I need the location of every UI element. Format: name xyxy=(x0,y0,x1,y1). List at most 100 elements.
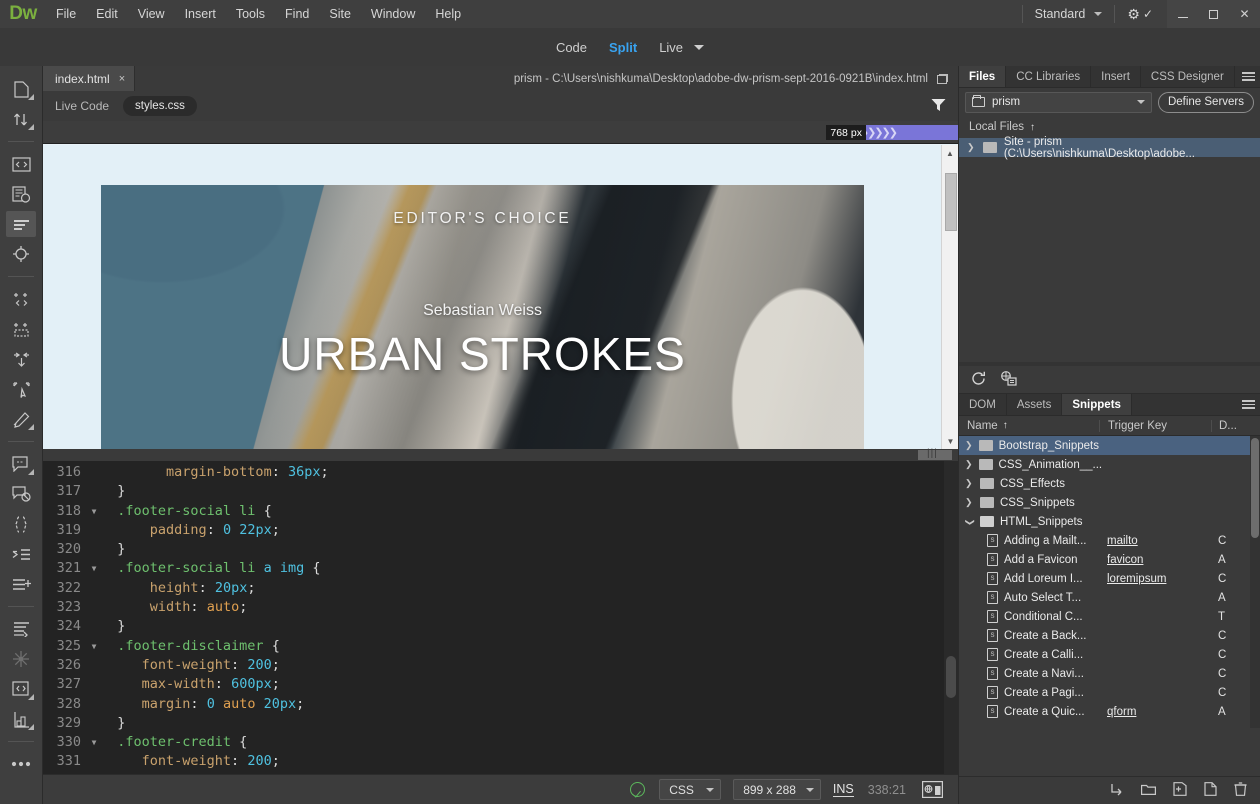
close-button[interactable]: ✕ xyxy=(1229,0,1260,28)
snippet-item-row[interactable]: SCreate a Navi...C xyxy=(959,664,1260,683)
code-line[interactable]: 321▼ .footer-social li a img { xyxy=(43,559,958,578)
document-tab-index-html[interactable]: index.html × xyxy=(43,66,135,91)
column-header-name[interactable]: Name ↑ xyxy=(959,420,1099,432)
snippet-item-row[interactable]: SAdd a FaviconfaviconA xyxy=(959,550,1260,569)
scroll-thumb[interactable] xyxy=(945,173,957,231)
chevron-right-icon[interactable]: ❯ xyxy=(965,459,973,470)
menu-window[interactable]: Window xyxy=(361,0,425,28)
inspect-icon[interactable] xyxy=(6,181,36,207)
sort-ascending-icon[interactable]: ↑ xyxy=(1030,122,1035,133)
tab-code-view[interactable]: Code xyxy=(556,40,587,55)
code-fold-toggle-icon[interactable]: ▼ xyxy=(87,502,101,521)
realtime-preview-icon[interactable] xyxy=(922,781,944,799)
code-line[interactable]: 323 width: auto; xyxy=(43,598,958,617)
close-icon[interactable]: × xyxy=(119,73,125,85)
new-file-icon[interactable] xyxy=(6,76,36,102)
chevron-down-icon[interactable] xyxy=(694,45,704,50)
format-source-icon[interactable] xyxy=(6,211,36,237)
code-line[interactable]: 331 font-weight: 200; xyxy=(43,752,958,771)
delete-icon[interactable] xyxy=(1234,782,1247,799)
preferences-group[interactable]: ⚙ ✓ xyxy=(1114,5,1167,23)
column-header-trigger-key[interactable]: Trigger Key xyxy=(1099,420,1211,432)
code-line[interactable]: 320 } xyxy=(43,540,958,559)
doc-type-select[interactable]: CSS xyxy=(659,779,721,800)
code-view-icon[interactable] xyxy=(6,151,36,177)
expand-all-panel-icon[interactable] xyxy=(1000,371,1017,389)
snippets-list[interactable]: ❯Bootstrap_Snippets❯CSS_Animation__...❯C… xyxy=(959,436,1260,728)
tab-insert[interactable]: Insert xyxy=(1091,66,1141,87)
code-line[interactable]: 325▼ .footer-disclaimer { xyxy=(43,637,958,656)
check-circle-icon[interactable] xyxy=(630,782,645,797)
tab-live-view[interactable]: Live xyxy=(659,40,704,55)
snippet-item-row[interactable]: SAdd Loreum I...loremipsumC xyxy=(959,569,1260,588)
code-fold-toggle-icon[interactable]: ▼ xyxy=(87,733,101,752)
menu-tools[interactable]: Tools xyxy=(226,0,275,28)
code-line[interactable]: 327 max-width: 600px; xyxy=(43,675,958,694)
code-scrollbar[interactable] xyxy=(944,461,958,783)
column-header-description[interactable]: D... xyxy=(1211,420,1260,432)
code-line[interactable]: 329 } xyxy=(43,714,958,733)
snippet-item-row[interactable]: SConditional C...T xyxy=(959,607,1260,626)
sync-icon[interactable] xyxy=(6,106,36,132)
collapse-full-tag-icon[interactable] xyxy=(6,346,36,372)
snippet-item-row[interactable]: SCreate a Pagi...C xyxy=(959,683,1260,702)
insert-icon[interactable] xyxy=(1110,783,1124,799)
live-view-scrollbar[interactable]: ▲ ▼ xyxy=(941,145,958,449)
funnel-icon[interactable] xyxy=(931,98,946,115)
menu-view[interactable]: View xyxy=(128,0,175,28)
select-parent-tag-icon[interactable] xyxy=(6,316,36,342)
tab-files[interactable]: Files xyxy=(959,66,1006,87)
media-query-ruler[interactable]: ❯❯❯❯❯ 768 px xyxy=(43,121,958,144)
tab-dom[interactable]: DOM xyxy=(959,394,1007,415)
file-tree-body[interactable] xyxy=(959,157,1260,362)
menu-edit[interactable]: Edit xyxy=(86,0,128,28)
snippet-folder-row[interactable]: ❯CSS_Snippets xyxy=(959,493,1260,512)
chevron-right-icon[interactable]: ❯ xyxy=(965,497,974,508)
minimize-button[interactable] xyxy=(1167,0,1198,28)
refresh-icon[interactable] xyxy=(971,371,986,389)
tab-assets[interactable]: Assets xyxy=(1007,394,1063,415)
workspace-switcher[interactable]: Standard xyxy=(1022,5,1115,23)
sort-ascending-icon[interactable]: ↑ xyxy=(1003,420,1008,431)
more-options-icon[interactable] xyxy=(6,751,36,777)
snippet-item-row[interactable]: SAuto Select T...A xyxy=(959,588,1260,607)
restore-window-icon[interactable] xyxy=(937,74,948,84)
code-fold-toggle-icon[interactable]: ▼ xyxy=(87,559,101,578)
view-splitter[interactable] xyxy=(43,449,958,461)
snippet-folder-row[interactable]: ❯CSS_Effects xyxy=(959,474,1260,493)
hero-banner[interactable]: EDITOR'S CHOICE Sebastian Weiss URBAN ST… xyxy=(101,185,864,449)
menu-help[interactable]: Help xyxy=(425,0,471,28)
panel-menu-icon[interactable] xyxy=(1236,66,1260,87)
insert-mode-indicator[interactable]: INS xyxy=(833,782,854,797)
design-canvas[interactable]: EDITOR'S CHOICE Sebastian Weiss URBAN ST… xyxy=(43,145,941,449)
inspect-code-icon[interactable] xyxy=(6,676,36,702)
code-fold-toggle-icon[interactable]: ▼ xyxy=(87,637,101,656)
chevron-down-icon[interactable]: ❮ xyxy=(964,517,975,526)
outdent-code-icon[interactable] xyxy=(6,571,36,597)
splitter-grip[interactable] xyxy=(918,450,952,460)
snippets-scrollbar[interactable] xyxy=(1250,436,1260,728)
code-line[interactable]: 330▼ .footer-credit { xyxy=(43,733,958,752)
panel-menu-icon[interactable] xyxy=(1236,394,1260,415)
live-code-button[interactable]: Live Code xyxy=(55,99,109,113)
code-line[interactable]: 324 } xyxy=(43,617,958,636)
scroll-up-icon[interactable]: ▲ xyxy=(942,145,958,161)
wrap-tag-icon[interactable] xyxy=(6,286,36,312)
snippet-item-row[interactable]: SAdding a Mailt...mailtoC xyxy=(959,531,1260,550)
code-editor[interactable]: 316 margin-bottom: 36px;317 }318▼ .foote… xyxy=(43,461,958,783)
apply-comment-icon[interactable] xyxy=(6,451,36,477)
snippet-item-row[interactable]: SCreate a Back...C xyxy=(959,626,1260,645)
snippet-folder-row[interactable]: ❮HTML_Snippets xyxy=(959,512,1260,531)
window-size-select[interactable]: 899 x 288 xyxy=(733,779,821,800)
code-line[interactable]: 319 padding: 0 22px; xyxy=(43,521,958,540)
code-line[interactable]: 318▼ .footer-social li { xyxy=(43,502,958,521)
new-snippet-icon[interactable] xyxy=(1204,782,1217,799)
chevron-right-icon[interactable]: ❯ xyxy=(965,478,974,489)
define-servers-button[interactable]: Define Servers xyxy=(1158,92,1254,113)
menu-find[interactable]: Find xyxy=(275,0,319,28)
menu-file[interactable]: File xyxy=(46,0,86,28)
gear-icon[interactable]: ⚙ xyxy=(1127,7,1140,21)
snippet-folder-row[interactable]: ❯CSS_Animation__... xyxy=(959,455,1260,474)
media-query-label[interactable]: 768 px xyxy=(826,125,866,140)
highlight-invalid-icon[interactable] xyxy=(6,646,36,672)
